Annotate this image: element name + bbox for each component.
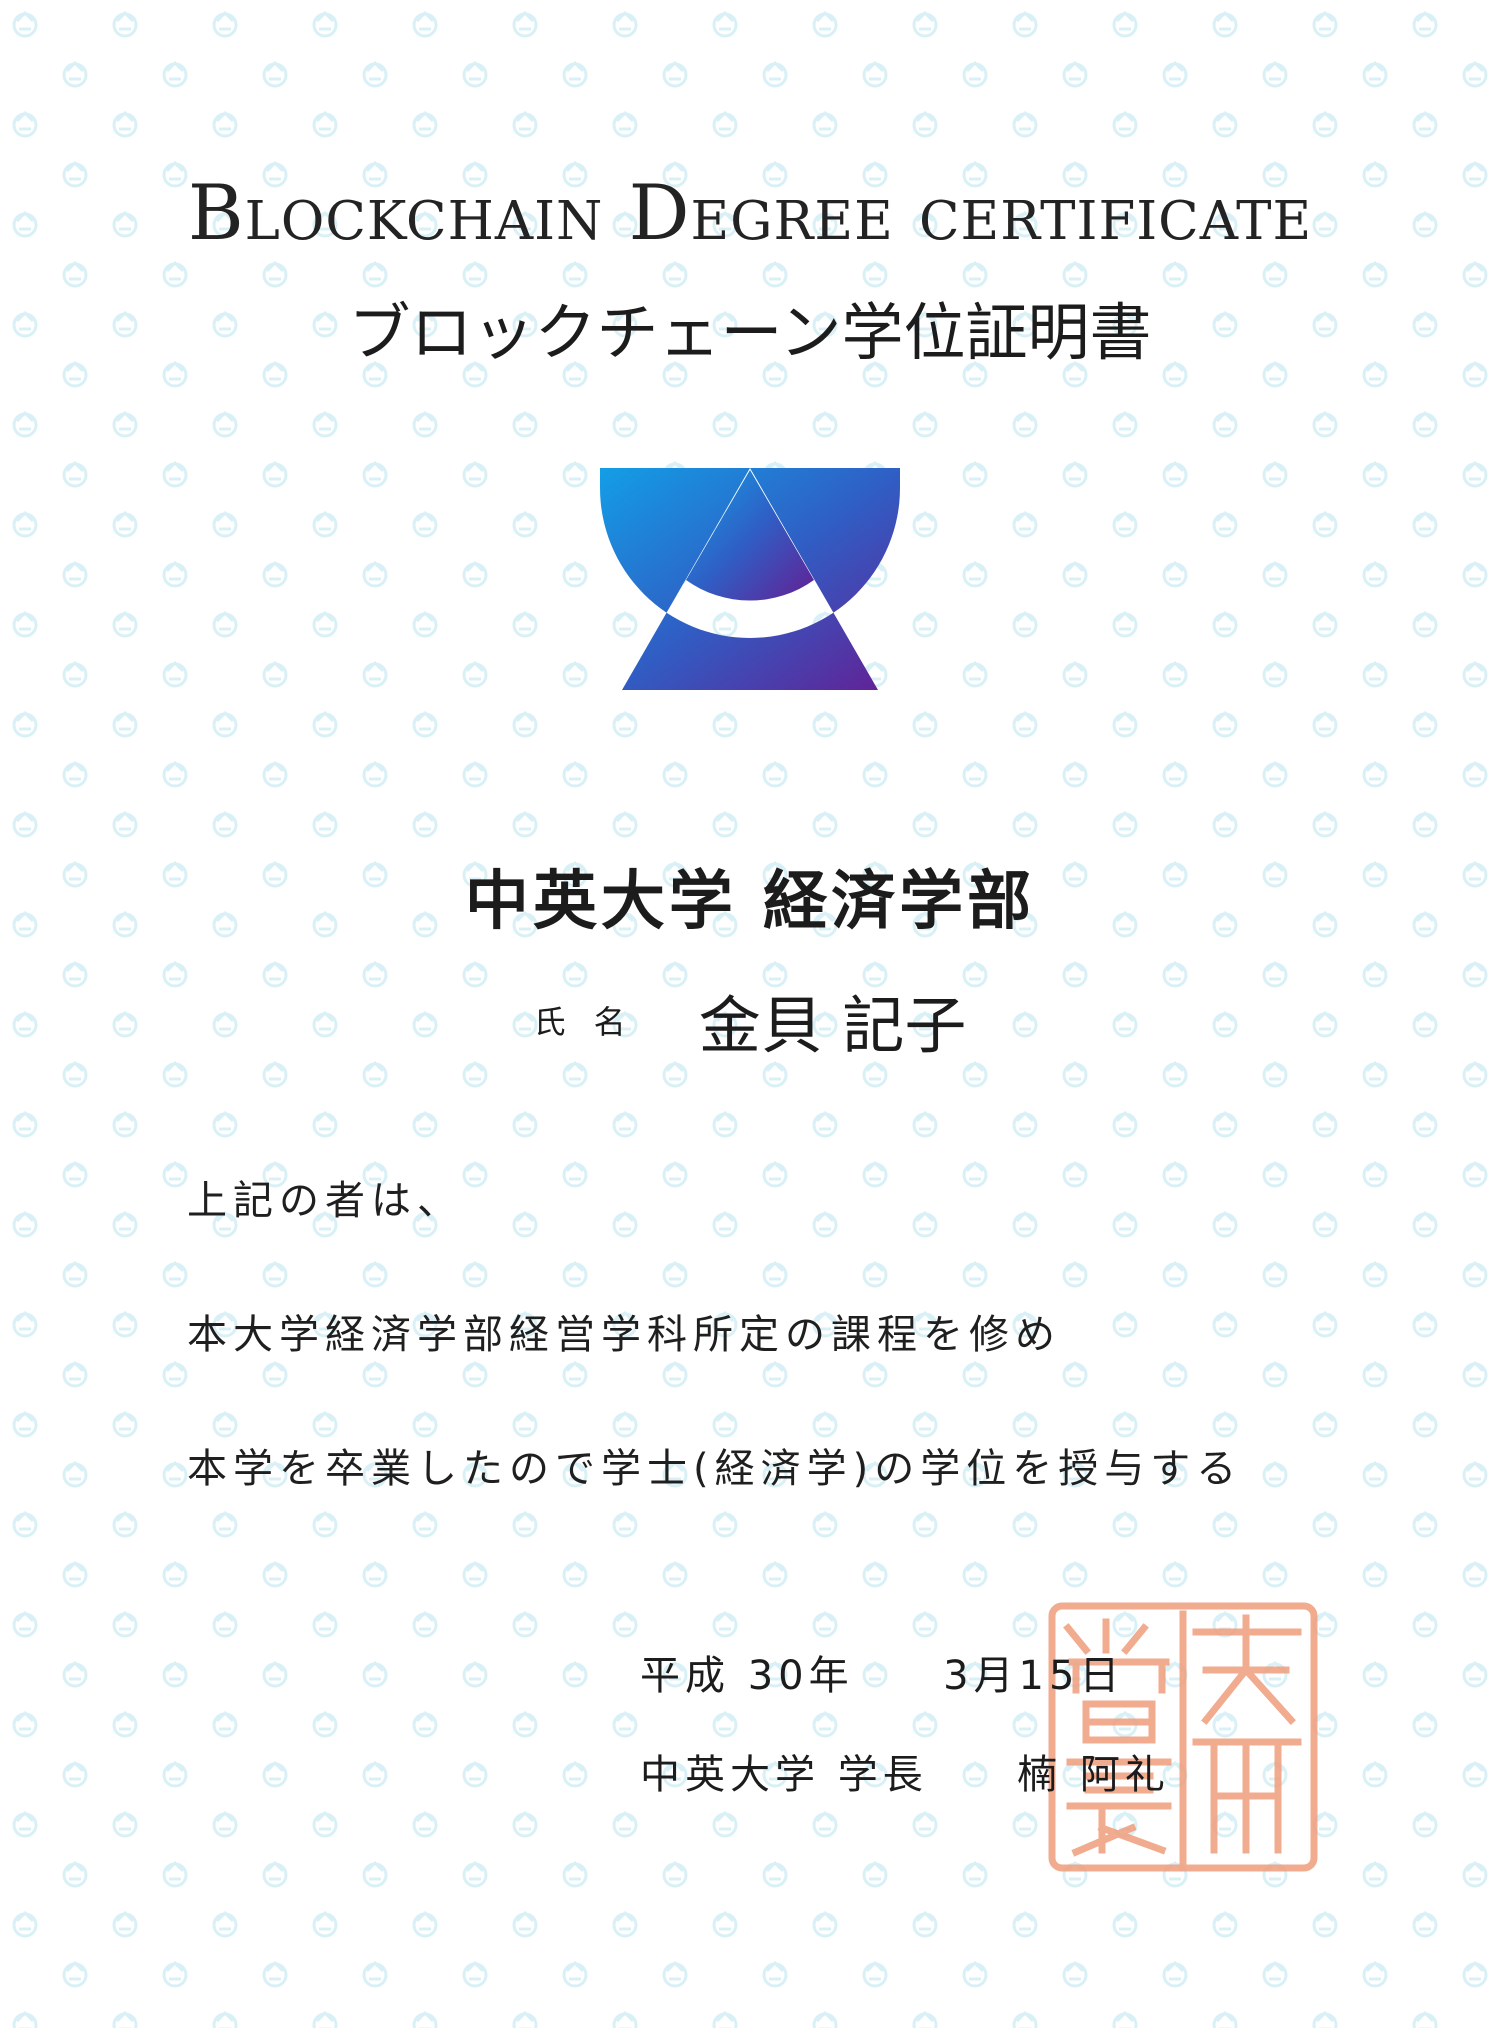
university-logo-icon [600,468,900,690]
signatory-name: 楠 阿礼 [1017,1752,1170,1798]
recipient-name: 金貝 記子 [698,989,967,1062]
date-year: 30年 [747,1653,854,1699]
body-text-line-1: 上記の者は、 [187,1178,463,1224]
name-label: 氏名 [533,1003,654,1041]
body-text-line-2: 本大学経済学部経営学科所定の課程を修め [187,1312,1061,1358]
signatory: 中英大学 学長 楠 阿礼 [640,1742,1170,1800]
university-faculty: 中英大学 経済学部 [464,864,1036,939]
title-english: Blockchain Degree certificate [187,168,1313,257]
date-month-day: 3月15日 [943,1653,1125,1699]
issue-date: 平成 30年 3月15日 [640,1643,1124,1701]
name-row: 氏名 金貝 記子 [0,975,1500,1065]
date-era: 平成 [640,1653,730,1699]
signatory-title: 中英大学 学長 [640,1752,928,1798]
certificate-page: Blockchain Degree certificate ブロックチェーン学位… [0,0,1500,2028]
body-text-line-3: 本学を卒業したので学士(経済学)の学位を授与する [187,1446,1243,1492]
title-japanese: ブロックチェーン学位証明書 [348,296,1152,369]
seal-stamp-icon [1048,1602,1318,1872]
